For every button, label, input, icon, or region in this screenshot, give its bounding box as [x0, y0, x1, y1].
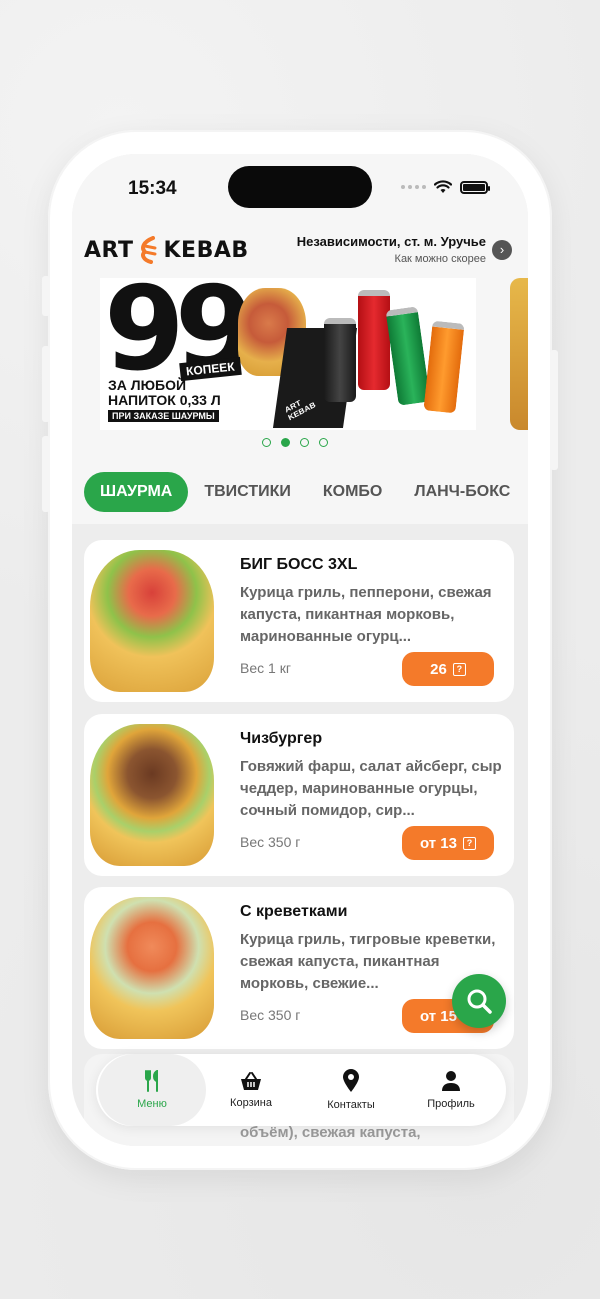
- fork-knife-icon: [145, 1070, 158, 1092]
- product-description-partial: объём), свежая капуста,: [240, 1124, 421, 1141]
- box-label: ART KEBAB: [283, 398, 317, 423]
- product-description: Говяжий фарш, салат айсберг, сыр чеддер,…: [240, 758, 502, 819]
- price-button[interactable]: 26 ?: [402, 652, 494, 686]
- banner-line2: НАПИТОК 0,33 Л: [108, 392, 221, 408]
- nav-cart-label: Корзина: [230, 1097, 272, 1109]
- product-title: Чизбургер: [240, 730, 323, 747]
- fanta-can-image: [423, 320, 465, 414]
- dynamic-island: [228, 166, 372, 208]
- cola-red-can-image: [358, 290, 390, 390]
- product-card[interactable]: БИГ БОСС 3XL Курица гриль, пепперони, св…: [84, 540, 514, 702]
- nav-cart[interactable]: Корзина: [200, 1054, 302, 1126]
- logo-flame-icon: [140, 236, 156, 264]
- brand-logo[interactable]: ART KEBAB: [84, 236, 249, 264]
- status-icons: [401, 180, 490, 194]
- price-label: от 15: [420, 1007, 457, 1025]
- delivery-time-text: Как можно скорее: [394, 253, 486, 265]
- pager-dot[interactable]: [262, 438, 271, 447]
- tab-twisters[interactable]: ТВИСТИКИ: [188, 472, 307, 512]
- tab-lunchbox[interactable]: ЛАНЧ-БОКС: [398, 472, 526, 512]
- nav-contacts[interactable]: Контакты: [300, 1054, 402, 1126]
- nav-menu-label: Меню: [137, 1098, 167, 1110]
- product-card[interactable]: Чизбургер Говяжий фарш, салат айсберг, с…: [84, 714, 514, 876]
- person-icon: [442, 1071, 460, 1091]
- banner-line1: ЗА ЛЮБОЙ: [108, 377, 187, 393]
- promo-banner[interactable]: 99 КОПЕЕК ЗА ЛЮБОЙ НАПИТОК 0,33 Л ПРИ ЗА…: [100, 278, 476, 430]
- chevron-right-icon[interactable]: ›: [492, 240, 512, 260]
- pager-dot[interactable]: [300, 438, 309, 447]
- product-weight: Вес 350 г: [240, 834, 301, 850]
- product-weight: Вес 350 г: [240, 1007, 301, 1023]
- delivery-address[interactable]: Независимости, ст. м. Уручье Как можно с…: [297, 234, 486, 265]
- signal-icon: [401, 185, 426, 189]
- mute-switch: [42, 276, 50, 316]
- volume-down-button: [42, 436, 50, 512]
- product-card[interactable]: С креветками Курица гриль, тигровые крев…: [84, 887, 514, 1049]
- nav-contacts-label: Контакты: [327, 1099, 375, 1111]
- battery-icon: [460, 180, 490, 194]
- logo-text-art: ART: [84, 237, 134, 263]
- pager-dot[interactable]: [319, 438, 328, 447]
- basket-icon: [241, 1072, 261, 1090]
- power-button: [550, 350, 558, 470]
- price-button[interactable]: от 13 ?: [402, 826, 494, 860]
- nav-menu[interactable]: Меню: [98, 1054, 206, 1126]
- search-icon: [467, 989, 492, 1014]
- product-image: [90, 724, 214, 866]
- banner-text: ЗА ЛЮБОЙ НАПИТОК 0,33 Л: [108, 378, 221, 408]
- next-banner-preview[interactable]: [510, 278, 528, 430]
- price-label: 26: [430, 660, 447, 678]
- pager-dot-active[interactable]: [281, 438, 290, 447]
- product-title: С креветками: [240, 903, 348, 920]
- wifi-icon: [434, 180, 452, 193]
- nav-profile-label: Профиль: [427, 1098, 475, 1110]
- search-button[interactable]: [452, 974, 506, 1028]
- status-time: 15:34: [128, 178, 177, 199]
- cola-can-image: [324, 318, 356, 402]
- currency-icon: ?: [452, 662, 466, 676]
- bottom-navigation: Меню Корзина Контакты Профиль: [96, 1054, 506, 1126]
- map-pin-icon: [343, 1069, 359, 1092]
- product-image: [90, 897, 214, 1039]
- product-description: Курица гриль, пепперони, свежая капуста,…: [240, 584, 492, 645]
- banner-pager[interactable]: [262, 438, 328, 447]
- currency-icon: ?: [463, 836, 476, 850]
- address-text: Независимости, ст. м. Уручье: [296, 234, 486, 249]
- product-weight: Вес 1 кг: [240, 660, 291, 676]
- volume-up-button: [42, 346, 50, 422]
- banner-pill: ПРИ ЗАКАЗЕ ШАУРМЫ: [108, 410, 219, 422]
- product-title: БИГ БОСС 3XL: [240, 556, 358, 573]
- logo-text-kebab: KEBAB: [163, 237, 249, 263]
- app-screen: 15:34 ART KEBAB Независимости, ст. м. Ур…: [72, 154, 528, 1146]
- tab-shawarma[interactable]: ШАУРМА: [84, 472, 189, 512]
- nav-profile[interactable]: Профиль: [400, 1054, 502, 1126]
- sprite-can-image: [385, 306, 431, 406]
- product-image: [90, 550, 214, 692]
- category-tabs: ШАУРМА ТВИСТИКИ КОМБО ЛАНЧ-БОКС: [84, 472, 526, 512]
- price-label: от 13: [420, 834, 457, 852]
- tab-combo[interactable]: КОМБО: [307, 472, 398, 512]
